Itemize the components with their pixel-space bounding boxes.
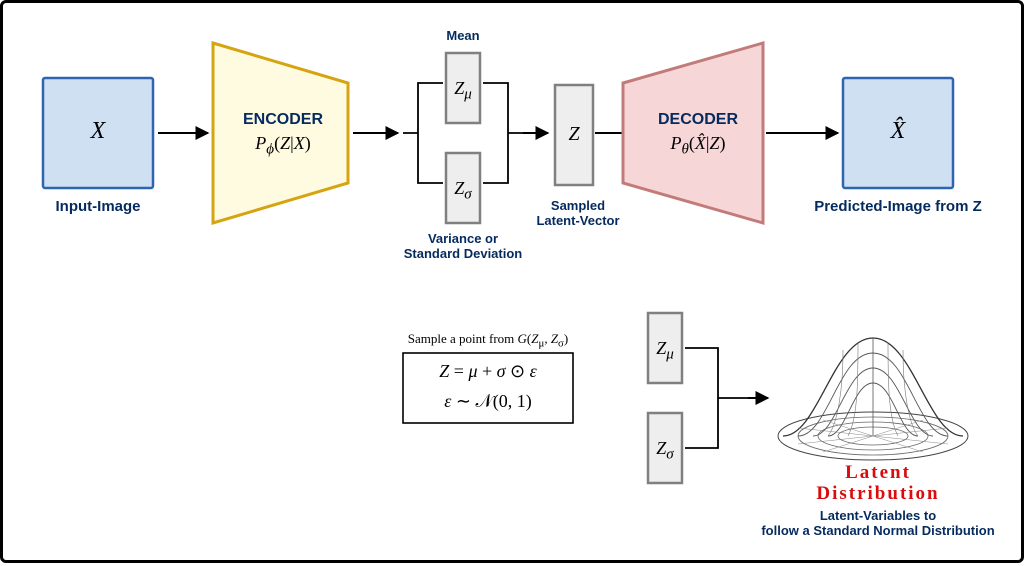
mean-caption: Mean: [423, 28, 503, 43]
z-sigma-symbol: Zσ: [446, 178, 480, 204]
z-mu-symbol: Zμ: [446, 78, 480, 104]
encoder-title: ENCODER: [218, 111, 348, 129]
input-symbol: X: [43, 118, 153, 145]
sample-text: Sample a point from G(Zμ, Zσ): [383, 331, 593, 350]
equation-1: Z = μ + σ ⊙ ε: [403, 361, 573, 382]
z-caption: Sampled Latent-Vector: [523, 198, 633, 228]
z-symbol: Z: [555, 123, 593, 146]
z-sigma-bottom-symbol: Zσ: [648, 438, 682, 464]
decoder-formula: Pθ(X̂|Z): [633, 133, 763, 159]
gaussian-surface-icon: [778, 338, 968, 460]
latent-dist-caption: Latent-Variables to follow a Standard No…: [743, 508, 1013, 538]
z-mu-bottom-symbol: Zμ: [648, 338, 682, 364]
output-caption: Predicted-Image from Z: [803, 198, 993, 215]
input-caption: Input-Image: [23, 198, 173, 215]
variance-caption: Variance or Standard Deviation: [398, 231, 528, 261]
output-symbol: X̂: [843, 118, 953, 145]
decoder-title: DECODER: [633, 111, 763, 129]
latent-dist-title: Latent Distribution: [783, 463, 973, 505]
encoder-formula: Pϕ(Z|X): [218, 133, 348, 159]
equation-2: ε ∼ 𝒩(0, 1): [403, 391, 573, 412]
